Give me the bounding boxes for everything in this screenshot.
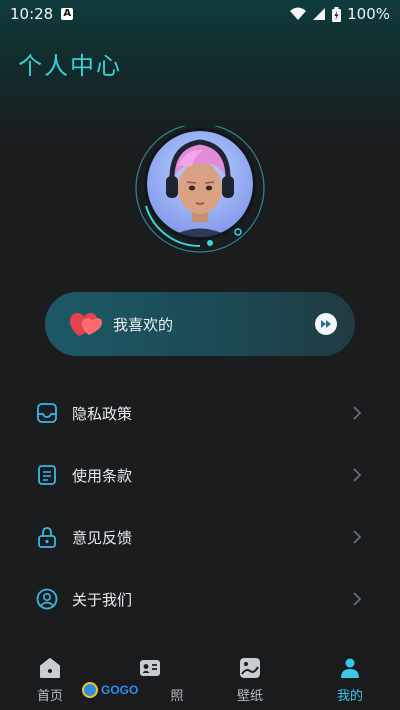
tab-label: 我的 (336, 689, 363, 704)
wallpaper-icon (240, 658, 260, 678)
watermark-text: GOGO (101, 683, 139, 697)
bottom-tab-bar: 首页 照 壁纸 我的 (0, 648, 400, 710)
tab-mine[interactable]: 我的 (300, 648, 400, 710)
tab-id-photo[interactable]: 照 (100, 648, 200, 710)
settings-menu: 隐私政策 使用条款 意见反馈 关于我们 (0, 382, 400, 630)
menu-item-label: 意见反馈 (72, 528, 133, 547)
watermark: GOGO (82, 682, 138, 698)
favorites-label: 我喜欢的 (113, 315, 174, 334)
watermark-logo (82, 682, 98, 698)
menu-item-about-us[interactable]: 关于我们 (0, 568, 400, 630)
id-card-icon (140, 660, 160, 676)
battery-percentage: 100% (347, 5, 390, 23)
status-bar: 10:28 A 100% (0, 0, 400, 28)
home-icon (40, 658, 60, 678)
avatar-image (135, 123, 265, 253)
favorites-button[interactable]: 我喜欢的 (45, 292, 355, 356)
menu-item-label: 隐私政策 (72, 404, 133, 423)
menu-item-label: 使用条款 (72, 466, 133, 485)
document-icon (36, 464, 58, 486)
menu-item-label: 关于我们 (72, 590, 133, 609)
chevron-right-icon (353, 406, 362, 420)
person-icon (341, 658, 359, 678)
signal-icon (313, 8, 326, 20)
inbox-icon (36, 402, 58, 424)
page-title: 个人中心 (18, 52, 122, 80)
menu-item-terms-of-use[interactable]: 使用条款 (0, 444, 400, 506)
avatar[interactable] (134, 123, 266, 258)
tab-label: 首页 (36, 689, 63, 704)
tab-wallpaper[interactable]: 壁纸 (200, 648, 300, 710)
menu-item-feedback[interactable]: 意见反馈 (0, 506, 400, 568)
tab-label: 照 (170, 689, 184, 704)
tab-label: 壁纸 (236, 689, 263, 704)
notification-badge: A (61, 8, 74, 20)
heart-icon (69, 313, 102, 336)
menu-item-privacy-policy[interactable]: 隐私政策 (0, 382, 400, 444)
status-time: 10:28 (10, 5, 54, 23)
lock-icon (36, 526, 58, 548)
chevron-right-icon (353, 592, 362, 606)
user-circle-icon (36, 588, 58, 610)
tab-home[interactable]: 首页 (0, 648, 100, 710)
forward-arrow-icon (315, 313, 337, 335)
chevron-right-icon (353, 468, 362, 482)
wifi-icon (290, 7, 307, 20)
battery-icon (332, 6, 342, 22)
chevron-right-icon (353, 530, 362, 544)
